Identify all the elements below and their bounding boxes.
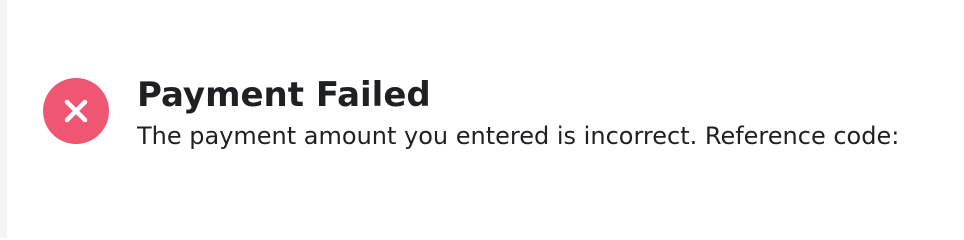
error-status-badge	[43, 78, 109, 144]
notice-message: The payment amount you entered is incorr…	[137, 122, 900, 150]
payment-error-notice: Payment Failed The payment amount you en…	[0, 0, 964, 238]
close-icon	[64, 99, 88, 123]
notice-title: Payment Failed	[137, 75, 431, 115]
